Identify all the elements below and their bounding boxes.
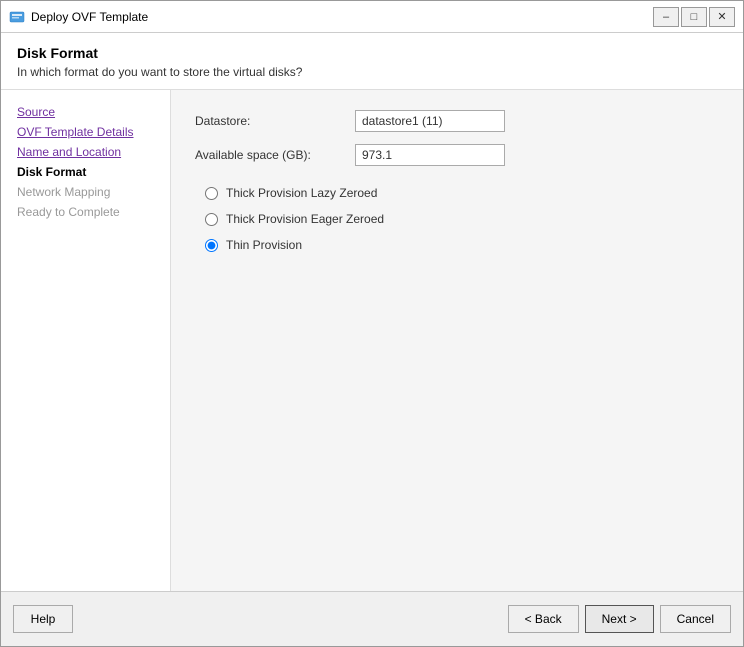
radio-label-thick-eager: Thick Provision Eager Zeroed [226,212,384,226]
sidebar-item-source[interactable]: Source [1,102,170,122]
disk-format-radio-group: Thick Provision Lazy Zeroed Thick Provis… [195,186,719,252]
radio-label-thin: Thin Provision [226,238,302,252]
sidebar-item-disk-format: Disk Format [1,162,170,182]
close-button[interactable]: ✕ [709,7,735,27]
available-space-value: 973.1 [355,144,505,166]
radio-thick-eager[interactable]: Thick Provision Eager Zeroed [205,212,719,226]
title-bar: Deploy OVF Template – □ ✕ [1,1,743,33]
radio-thick-lazy[interactable]: Thick Provision Lazy Zeroed [205,186,719,200]
available-space-label: Available space (GB): [195,148,355,162]
sidebar: Source OVF Template Details Name and Loc… [1,90,171,591]
window-icon [9,9,25,25]
footer: Help < Back Next > Cancel [1,591,743,646]
cancel-button[interactable]: Cancel [660,605,731,633]
minimize-button[interactable]: – [653,7,679,27]
footer-right: < Back Next > Cancel [508,605,731,633]
back-button[interactable]: < Back [508,605,579,633]
footer-left: Help [13,605,508,633]
help-button[interactable]: Help [13,605,73,633]
next-button[interactable]: Next > [585,605,654,633]
sidebar-item-ovf-template-details[interactable]: OVF Template Details [1,122,170,142]
available-space-row: Available space (GB): 973.1 [195,144,719,166]
dialog-title: Disk Format [17,45,727,61]
maximize-button[interactable]: □ [681,7,707,27]
datastore-row: Datastore: datastore1 (11) [195,110,719,132]
window-controls: – □ ✕ [653,7,735,27]
radio-input-thick-lazy[interactable] [205,187,218,200]
datastore-label: Datastore: [195,114,355,128]
sidebar-item-ready-to-complete: Ready to Complete [1,202,170,222]
dialog-subtitle: In which format do you want to store the… [17,65,727,79]
radio-thin[interactable]: Thin Provision [205,238,719,252]
radio-input-thin[interactable] [205,239,218,252]
main-panel: Datastore: datastore1 (11) Available spa… [171,90,743,591]
radio-input-thick-eager[interactable] [205,213,218,226]
dialog-header: Disk Format In which format do you want … [1,33,743,90]
deploy-ovf-window: Deploy OVF Template – □ ✕ Disk Format In… [0,0,744,647]
datastore-value: datastore1 (11) [355,110,505,132]
sidebar-item-network-mapping: Network Mapping [1,182,170,202]
window-title: Deploy OVF Template [31,10,653,24]
sidebar-item-name-and-location[interactable]: Name and Location [1,142,170,162]
content-area: Source OVF Template Details Name and Loc… [1,90,743,591]
radio-label-thick-lazy: Thick Provision Lazy Zeroed [226,186,377,200]
